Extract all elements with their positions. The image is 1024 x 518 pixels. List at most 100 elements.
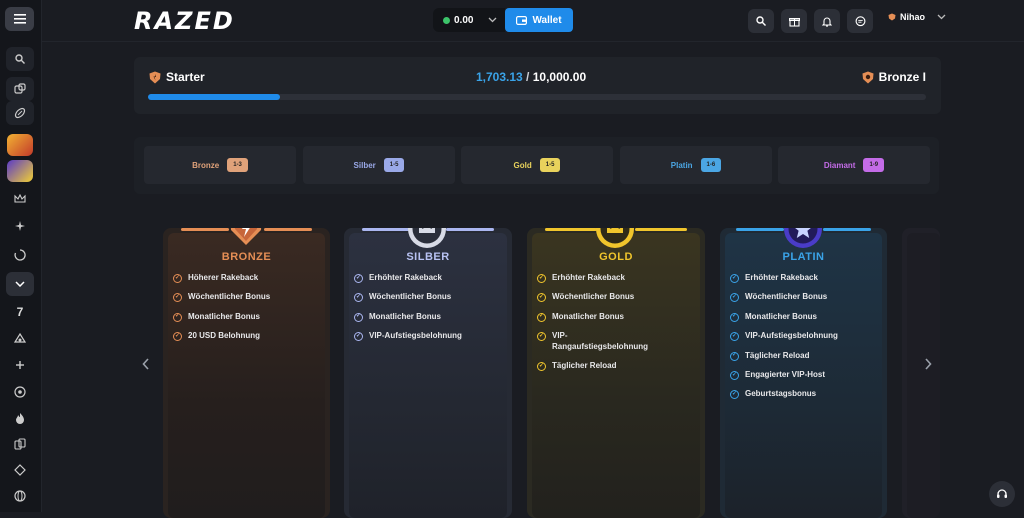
- menu-icon: [13, 14, 26, 24]
- check-icon: ✓: [730, 370, 739, 380]
- points-separator: /: [522, 70, 533, 84]
- check-icon: ✓: [730, 390, 739, 400]
- promo-thumbnail-1[interactable]: [7, 134, 33, 156]
- perk-label: Wöchentlicher Bonus: [188, 292, 271, 302]
- tier-name: Bronze: [192, 160, 220, 170]
- gift-button[interactable]: [781, 9, 807, 33]
- check-icon: ✓: [354, 332, 363, 342]
- sidebar-live-button[interactable]: [6, 327, 34, 351]
- perk-list: ✓ Höherer Rakeback ✓ Wöchentlicher Bonus ✓…: [173, 273, 322, 351]
- perk-item: ✓ Engagierter VIP-Host: [730, 370, 879, 380]
- sidebar-expand-button[interactable]: [6, 272, 34, 296]
- check-icon: ✓: [173, 274, 182, 283]
- carousel-next-button[interactable]: [924, 357, 932, 373]
- perk-label: Höherer Rakeback: [188, 273, 259, 282]
- user-menu[interactable]: Nihao: [888, 12, 946, 22]
- perk-label: Monatlicher Bonus: [188, 311, 261, 321]
- balance-selector[interactable]: 0.00: [433, 8, 505, 32]
- chat-button[interactable]: [847, 9, 873, 33]
- sidebar-vip-button[interactable]: [6, 187, 34, 211]
- chevron-left-icon: [142, 358, 149, 370]
- tier-chip-bronze[interactable]: Bronze 1-3: [144, 146, 296, 184]
- perk-item: ✓ VIP-Aufstiegsbelohnung: [354, 331, 504, 342]
- sidebar-search-button[interactable]: [6, 47, 34, 71]
- sparkle-icon: [15, 221, 25, 231]
- headset-icon: [997, 489, 1007, 498]
- tier-chip-diamant[interactable]: Diamant 1-9: [778, 146, 930, 184]
- tier-name: Diamant: [823, 160, 856, 170]
- gift-icon: [788, 17, 800, 27]
- sidebar-recent-button[interactable]: [6, 243, 34, 267]
- sidebar-providers-button[interactable]: [6, 484, 34, 508]
- card-title: SILBER: [406, 251, 450, 263]
- perk-list: ✓ Erhöhter Rakeback ✓ Wöchentlicher Bonus …: [537, 273, 697, 380]
- perk-item: ✓ Monatlicher Bonus: [730, 312, 879, 322]
- sidebar-rewards-button[interactable]: [6, 214, 34, 238]
- perk-item: ✓ Erhöhter Rakeback: [730, 273, 879, 283]
- perk-item: ✓ Täglicher Reload: [730, 351, 879, 361]
- progress-track: [148, 94, 926, 100]
- tier-chip-gold[interactable]: Gold 1-5: [461, 146, 613, 184]
- perk-label: Engagierter VIP-Host: [745, 369, 826, 379]
- perk-label: Erhöhter Rakeback: [745, 273, 818, 282]
- sidebar-new-button[interactable]: [6, 353, 34, 377]
- tier-chip-platin[interactable]: Platin 1-6: [620, 146, 772, 184]
- tier-card-bronze: BRONZE ✓ Höherer Rakeback ✓ Wöchentlicher …: [163, 228, 330, 518]
- tier-name: Gold: [513, 160, 532, 170]
- check-icon: ✓: [537, 274, 546, 283]
- username: Nihao: [900, 12, 926, 22]
- carousel-prev-button[interactable]: [142, 357, 150, 373]
- check-icon: ✓: [730, 312, 739, 322]
- football-icon: [14, 107, 26, 119]
- dice-icon: [14, 83, 26, 94]
- tier-name: Silber: [353, 160, 376, 170]
- rank-shield-icon: [888, 13, 896, 21]
- tier-chip-silber[interactable]: Silber 1-5: [303, 146, 455, 184]
- support-button[interactable]: [989, 481, 1015, 507]
- menu-button[interactable]: [5, 7, 34, 31]
- sidebar-originals-button[interactable]: [6, 432, 34, 456]
- wallet-button[interactable]: Wallet: [505, 8, 573, 32]
- gold-badge-icon: [596, 228, 634, 248]
- tier-levels-badge: 1-9: [863, 158, 885, 172]
- spinner-icon: [14, 249, 26, 261]
- fire-icon: [16, 413, 24, 424]
- sidebar-slots-button[interactable]: 7: [6, 300, 34, 324]
- perk-label: Erhöhter Rakeback: [369, 273, 442, 282]
- promo-thumbnail-2[interactable]: [7, 160, 33, 182]
- notifications-button[interactable]: [814, 9, 840, 33]
- diamond-icon: [14, 464, 26, 476]
- perk-label: Wöchentlicher Bonus: [369, 292, 452, 302]
- current-tier-label: Starter: [166, 70, 205, 84]
- starter-shield-icon: [149, 71, 161, 83]
- perk-item: ✓ Wöchentlicher Bonus: [730, 292, 879, 303]
- card-title: GOLD: [599, 251, 633, 263]
- sidebar-roulette-button[interactable]: [6, 380, 34, 404]
- sidebar-hot-button[interactable]: [6, 406, 34, 430]
- perk-list: ✓ Erhöhter Rakeback ✓ Wöchentlicher Bonus …: [354, 273, 504, 351]
- sidebar-casino-button[interactable]: [6, 77, 34, 101]
- sidebar-sports-button[interactable]: [6, 101, 34, 125]
- logo[interactable]: RAZED: [134, 7, 235, 35]
- progress-fill: [148, 94, 281, 100]
- check-icon: ✓: [537, 312, 546, 322]
- perk-label: Täglicher Reload: [552, 360, 617, 370]
- search-button[interactable]: [748, 9, 774, 33]
- platin-badge-icon: [784, 228, 822, 248]
- silver-badge-icon: [408, 228, 446, 248]
- vip-progress-panel: Starter 1,703.13 / 10,000.00 Bronze I: [134, 57, 941, 114]
- perk-item: ✓ Wöchentlicher Bonus: [354, 292, 504, 303]
- sidebar-table-games-button[interactable]: [6, 458, 34, 482]
- perk-label: VIP-Rangaufstiegsbelohnung: [552, 331, 648, 351]
- perk-item: ✓ 20 USD Belohnung: [173, 331, 322, 342]
- check-icon: ✓: [537, 361, 546, 371]
- perk-item: ✓ Wöchentlicher Bonus: [173, 292, 322, 303]
- bell-icon: [822, 17, 832, 27]
- perk-label: Monatlicher Bonus: [552, 311, 625, 321]
- bronze-badge-icon: [230, 228, 262, 245]
- perk-item: ✓ VIP-Rangaufstiegsbelohnung: [537, 331, 697, 352]
- current-points: 1,703.13: [476, 70, 523, 84]
- next-tier-label: Bronze I: [878, 70, 926, 84]
- currency-icon: [443, 16, 450, 24]
- perk-label: VIP-Aufstiegsbelohnung: [369, 331, 462, 341]
